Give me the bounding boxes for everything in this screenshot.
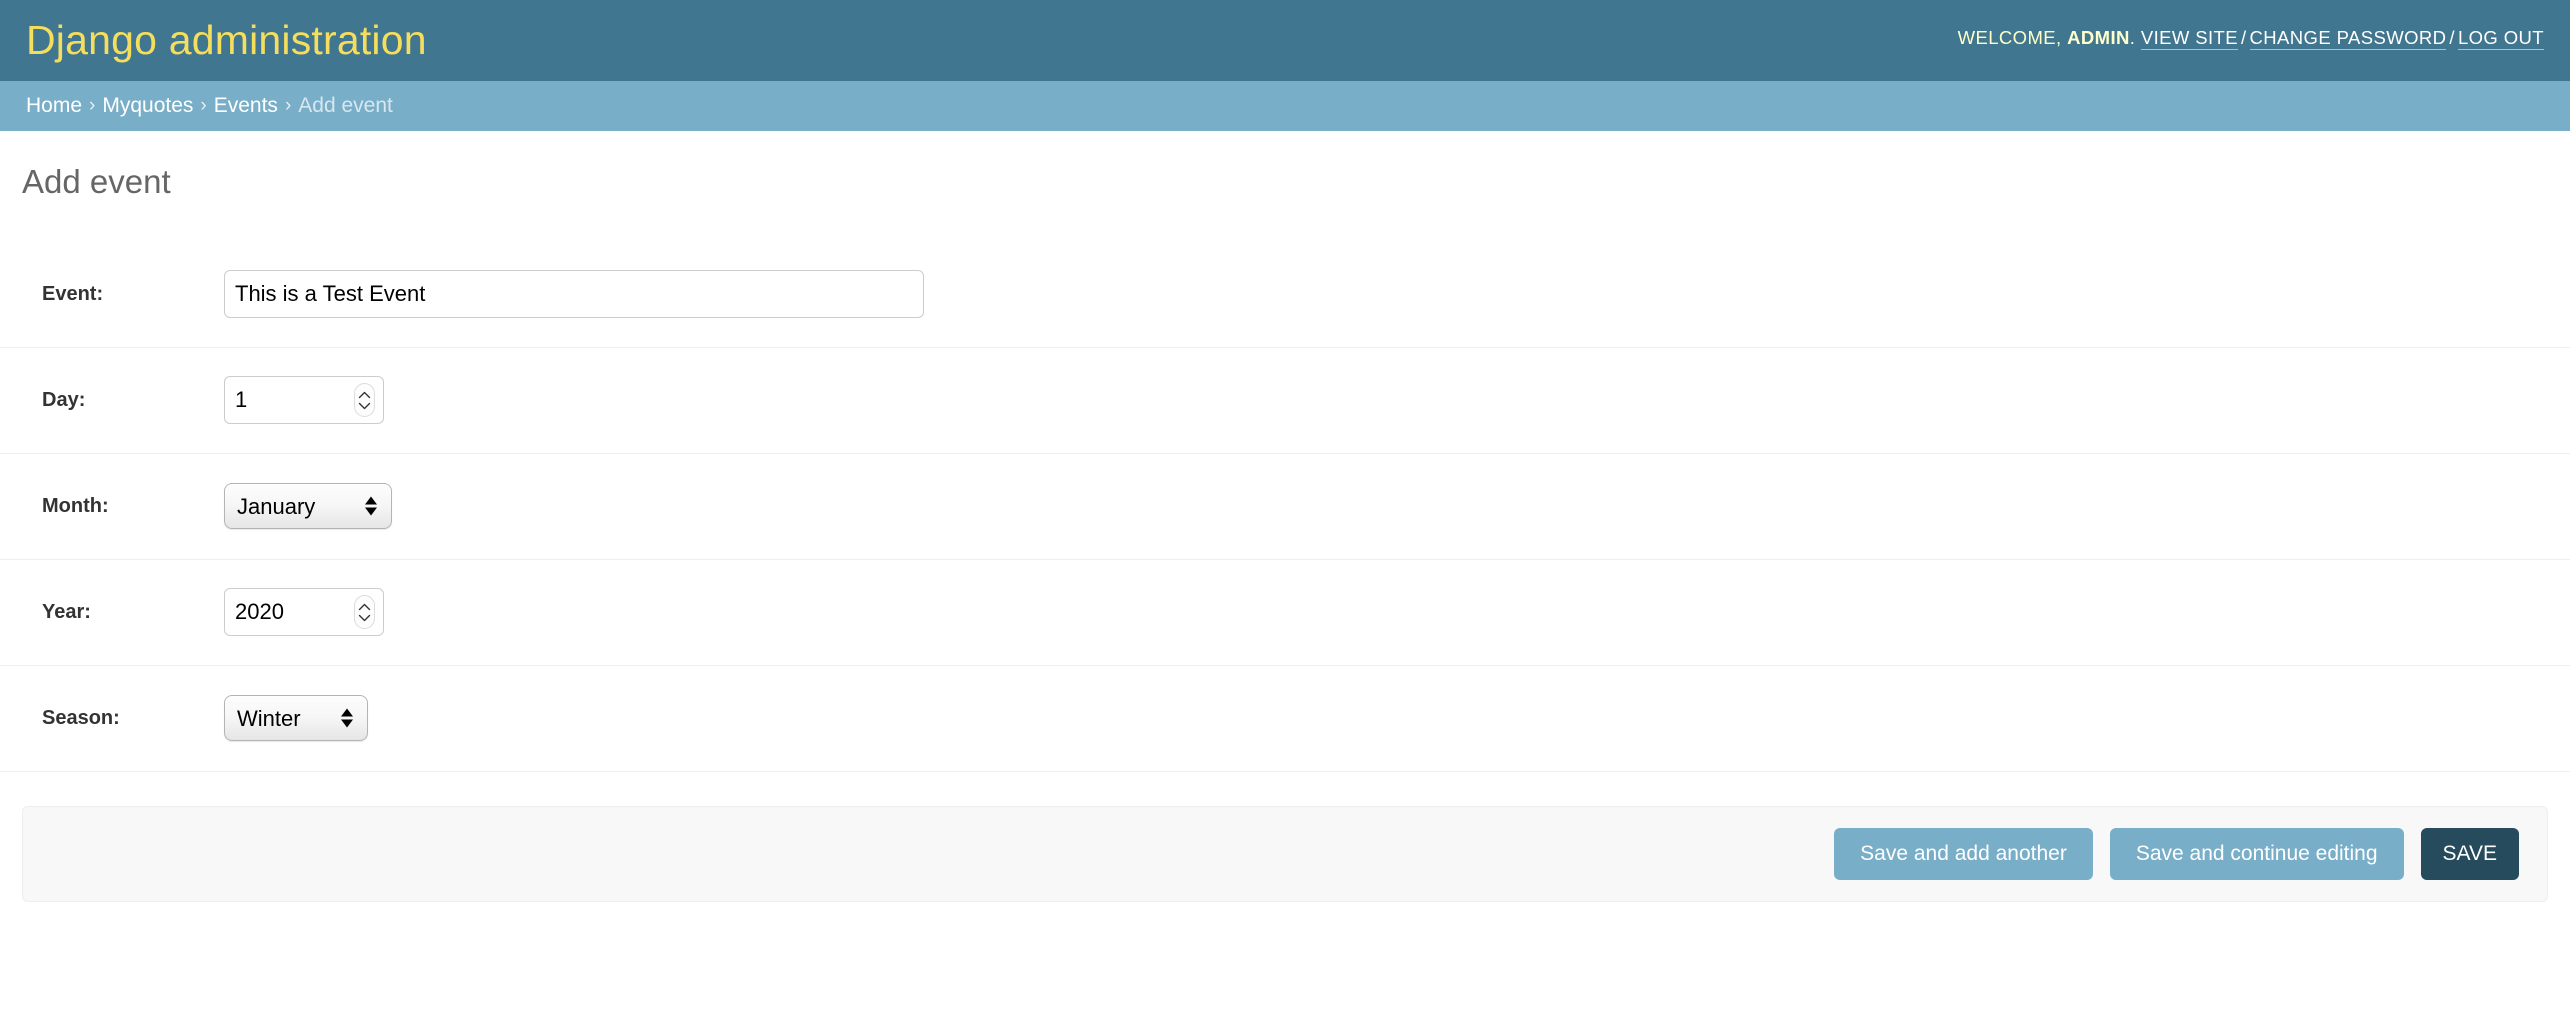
breadcrumb-item-events[interactable]: Events [214,94,278,118]
chevron-down-icon[interactable] [358,402,371,410]
form-row-month: Month: JanuaryFebruaryMarchAprilMayJuneJ… [0,454,2570,560]
field-widget-event [224,270,2548,319]
form-row-year: Year: [0,560,2570,666]
field-label-season: Season: [42,707,120,730]
save-and-continue-editing-button[interactable]: Save and continue editing [2109,827,2404,880]
welcome-text: WELCOME, [1957,27,2062,48]
chevron-up-icon[interactable] [358,391,371,399]
day-stepper[interactable] [354,383,375,418]
field-label-day: Day: [42,389,86,412]
user-tools-separator-2: / [2449,27,2455,48]
form-row-season: Season: WinterSpringSummerFall [0,666,2570,772]
breadcrumb-item-myquotes[interactable]: Myquotes [102,94,193,118]
season-select-wrapper: WinterSpringSummerFall [224,695,368,742]
chevron-up-icon[interactable] [358,603,371,611]
field-widget-month: JanuaryFebruaryMarchAprilMayJuneJulyAugu… [224,483,2548,530]
field-widget-day [224,376,2548,425]
submit-row: Save and add another Save and continue e… [22,805,2548,902]
save-and-add-another-button[interactable]: Save and add another [1834,827,2093,880]
user-tools: WELCOME, ADMIN. VIEW SITE / CHANGE PASSWOR… [1957,27,2544,50]
user-tools-separator-1: / [2240,27,2247,48]
log-out-link[interactable]: LOG OUT [2457,27,2544,50]
year-number-wrapper [224,588,384,637]
field-label-month: Month: [42,495,109,518]
save-button[interactable]: SAVE [2420,827,2519,880]
page-title: Add event [22,163,171,200]
chevron-right-icon: › [200,95,207,116]
field-widget-season: WinterSpringSummerFall [224,695,2548,742]
site-title: Django administration [26,17,427,63]
chevron-right-icon: › [284,95,292,116]
form-row-day: Day: [0,348,2570,454]
welcome-period: . [2129,27,2136,48]
month-select[interactable]: JanuaryFebruaryMarchAprilMayJuneJulyAugu… [224,483,392,530]
season-select[interactable]: WinterSpringSummerFall [224,695,368,742]
content-area: Add event Event: Day: [0,131,2570,902]
admin-header: Django administration WELCOME, ADMIN. VI… [0,0,2570,81]
year-stepper[interactable] [354,595,375,630]
change-password-link[interactable]: CHANGE PASSWORD [2249,27,2447,50]
chevron-right-icon: › [89,95,96,116]
chevron-down-icon[interactable] [358,614,371,622]
breadcrumb-item-home[interactable]: Home [26,94,82,118]
field-widget-year [224,588,2548,637]
event-input[interactable] [224,270,924,319]
view-site-link[interactable]: VIEW SITE [2140,27,2238,50]
day-number-wrapper [224,376,384,425]
month-select-wrapper: JanuaryFebruaryMarchAprilMayJuneJulyAugu… [224,483,392,530]
form-row-event: Event: [0,242,2570,348]
field-label-event: Event: [42,283,104,306]
breadcrumb-item-current: Add event [298,94,393,117]
username-label: ADMIN [2067,27,2130,48]
breadcrumb: Home › Myquotes › Events › Add event [0,81,2570,131]
field-label-year: Year: [42,601,91,624]
event-form: Event: Day: Month: [0,242,2570,772]
